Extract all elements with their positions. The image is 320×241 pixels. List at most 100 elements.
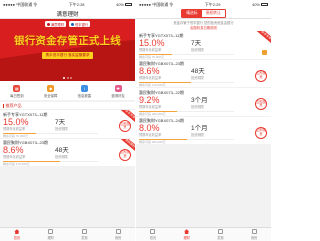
tab-featured[interactable]: 精选标 — [182, 10, 202, 17]
page-title: 满意理财 — [0, 9, 135, 19]
section-title: 推荐产品 — [5, 102, 22, 108]
invest-button[interactable]: 立即投资 — [119, 148, 131, 161]
rate-label: 预期年化收益率 — [3, 155, 26, 159]
product-rate: 9.2% — [139, 94, 160, 105]
product-rate: 8.6% — [139, 66, 160, 76]
user-icon — [251, 229, 257, 235]
tab-label: 我的 — [250, 235, 258, 240]
tab-invest[interactable]: 理财 — [174, 229, 199, 240]
tab-invest[interactable]: 理财 — [38, 229, 63, 240]
remaining-amount: 剩余可投 70,000元 — [139, 54, 165, 59]
invest-button[interactable]: 立即投资 — [255, 126, 267, 139]
tab-label: 首页 — [149, 235, 157, 240]
status-time: 下午2:28 — [68, 1, 85, 7]
product-rate: 8.6% — [3, 145, 24, 155]
tab-label: 我的 — [114, 235, 122, 240]
carrier-label: ●●●●● 中国联通 令 — [139, 1, 174, 7]
promo-banner[interactable]: 满意理财 恒丰银行 银行资金存管正式上线 携手恒丰银行 落实监管要求 — [0, 19, 135, 81]
rate-label: 预期年化收益率 — [139, 47, 162, 52]
progress-bar — [139, 82, 234, 83]
invest-button[interactable]: 立即投资 — [255, 98, 267, 110]
progress-bar — [3, 161, 98, 162]
status-bar: ●●●●● 中国联通 令 下午2:28 40% — [0, 0, 135, 9]
rate-label: 预期年化收益率 — [139, 104, 162, 109]
invest-button[interactable]: 立即投资 — [119, 120, 131, 132]
segment-control: 精选标 债权转让 — [136, 9, 271, 19]
brand-logo: 满意理财 — [44, 21, 66, 27]
progress-fill — [139, 110, 177, 112]
product-card[interactable]: 新手专享 新手专享YGTX073--11期 15.0% 7天 预期年化收益率 投… — [0, 110, 135, 139]
battery-indicator: 40% — [252, 2, 268, 7]
home-icon — [150, 229, 156, 235]
term-label: 投资期限 — [191, 104, 204, 109]
product-rate: 8.0% — [139, 123, 160, 133]
tab-label: 理财 — [47, 235, 54, 240]
bank-logo: 恒丰银行 — [69, 21, 91, 27]
calendar-icon: ▦ — [13, 84, 21, 92]
invest-list-screen: ●●●●● 中国联通 令 下午2:29 40% 精选标 债权转让 资金存管于恒丰… — [136, 0, 271, 241]
wallet-icon — [184, 229, 190, 235]
quick-menu: ▦ 每日签到 ◆ 安全保障 i 信息披露 ✚ 邀请好友 — [0, 81, 135, 100]
tab-discover[interactable]: 发现 — [208, 229, 233, 240]
tab-me[interactable]: 我的 — [106, 229, 131, 240]
progress-bar — [139, 53, 234, 55]
progress-bar — [139, 110, 234, 112]
info-icon: i — [80, 84, 88, 92]
term-label: 投资期限 — [191, 47, 204, 52]
product-rate: 15.0% — [3, 116, 29, 127]
rate-label: 预期年化收益率 — [139, 76, 162, 80]
product-term: 7天 — [55, 118, 66, 126]
remaining-amount: 剩余可投 70,000元 — [3, 133, 29, 138]
progress-fill — [139, 82, 192, 83]
quick-item-invite[interactable]: ✚ 邀请好友 — [102, 84, 134, 98]
product-card[interactable]: 惠民聚财YGBX073--23期 8.6% 48天 预期年化收益率 投资期限 剩… — [136, 59, 271, 88]
progress-fill — [3, 132, 37, 134]
rate-label: 预期年化收益率 — [3, 126, 26, 131]
compass-icon — [217, 229, 223, 235]
tab-home[interactable]: 首页 — [140, 229, 165, 240]
banner-logos: 满意理财 恒丰银行 — [0, 21, 135, 27]
quick-item-disclosure[interactable]: i 信息披露 — [68, 84, 100, 98]
product-card[interactable]: 惠民聚财 惠民聚财YGBX073--23期 8.6% 48天 预期年化收益率 投… — [0, 138, 135, 167]
home-screen: ●●●●● 中国联通 令 下午2:28 40% 满意理财 满意理财 恒丰银行 银… — [0, 0, 135, 241]
status-bar: ●●●●● 中国联通 令 下午2:29 40% — [136, 0, 271, 9]
term-label: 投资期限 — [191, 76, 204, 80]
tab-label: 理财 — [183, 235, 190, 240]
term-label: 投资期限 — [55, 126, 68, 131]
brand-logo-icon — [46, 22, 50, 26]
remaining-amount: 剩余可投 170,000元 — [3, 162, 30, 166]
term-label: 投资期限 — [191, 133, 204, 137]
product-card[interactable]: 惠民聚财YGBX073--24期 8.0% 1个月 预期年化收益率 投资期限 剩… — [136, 116, 271, 145]
banner-headline: 银行资金存管正式上线 — [14, 35, 121, 47]
product-card[interactable]: 惠民聚财YGBX073--22期 9.2% 3个月 预期年化收益率 投资期限 剩… — [136, 88, 271, 117]
gift-icon: ✚ — [114, 84, 122, 92]
section-marker — [3, 103, 4, 108]
term-label: 投资期限 — [55, 155, 68, 159]
quick-item-security[interactable]: ◆ 安全保障 — [35, 84, 67, 98]
progress-bar — [139, 139, 234, 140]
tab-me[interactable]: 我的 — [242, 229, 267, 240]
remaining-amount: 剩余可投 200,000元 — [139, 140, 166, 144]
bank-logo-icon — [71, 22, 74, 26]
quick-item-checkin[interactable]: ▦ 每日签到 — [1, 84, 33, 98]
status-time: 下午2:29 — [204, 1, 221, 7]
progress-fill — [139, 139, 187, 140]
tab-home[interactable]: 首页 — [4, 229, 29, 240]
tab-debt-transfer[interactable]: 债权转让 — [201, 10, 225, 17]
tab-bar: 首页 理财 发现 我的 — [136, 227, 271, 241]
product-term: 1个月 — [191, 125, 208, 132]
invest-button[interactable]: 立即投资 — [255, 69, 267, 82]
progress-fill — [3, 161, 60, 162]
custody-notice: 资金存管于恒丰银行 您的投资资金由银行 起投利息日期说明 — [136, 19, 271, 31]
quick-label: 信息披露 — [77, 93, 92, 98]
tab-discover[interactable]: 发现 — [72, 229, 97, 240]
carousel-dot — [63, 77, 65, 79]
battery-icon — [125, 3, 132, 6]
notice-link[interactable]: 起投利息日期说明 — [139, 26, 268, 31]
quick-label: 每日签到 — [10, 93, 24, 98]
home-icon — [14, 229, 20, 235]
quick-label: 安全保障 — [43, 93, 58, 98]
remaining-amount: 剩余可投 300,000元 — [139, 111, 166, 116]
product-card[interactable]: 新手专享 新手专享YGTX073--11期 15.0% 7天 预期年化收益率 投… — [136, 31, 271, 60]
product-rate: 15.0% — [139, 37, 165, 48]
